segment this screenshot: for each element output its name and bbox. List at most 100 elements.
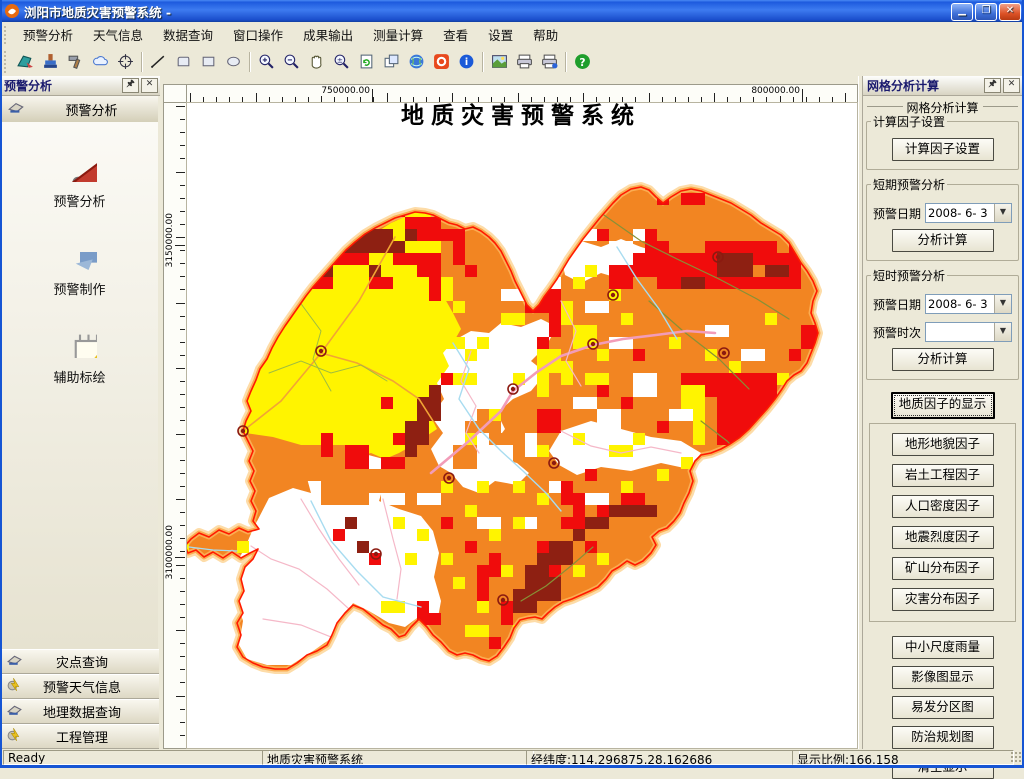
short-term-date-combobox[interactable]: 2008- 6- 3 ▼ [925, 203, 1012, 223]
close-icon[interactable]: ✕ [141, 78, 158, 93]
sidebar-item-0[interactable]: 预警分析 [1, 148, 158, 210]
menu-item-3[interactable]: 窗口操作 [223, 22, 293, 47]
factor-button-3[interactable]: 地震烈度因子 [891, 526, 994, 549]
factor-button-1[interactable]: 岩土工程因子 [891, 464, 994, 487]
app-icon [4, 3, 20, 19]
map-svg[interactable]: 地质灾害预警系统 [187, 103, 857, 748]
sidebar-item-1[interactable]: 预警制作 [1, 236, 158, 298]
zoom-out-icon[interactable] [279, 49, 304, 74]
bottom-bar-0[interactable]: 灾点查询 [0, 649, 159, 674]
layer-button-3[interactable]: 防治规划图 [891, 726, 994, 749]
ruler-tick [180, 328, 185, 330]
short-time-date-combobox[interactable]: 2008- 6- 3 ▼ [925, 294, 1012, 314]
factor-button-0[interactable]: 地形地貌因子 [891, 433, 994, 456]
factor-button-2[interactable]: 人口密度因子 [891, 495, 994, 518]
svg-text:±: ± [337, 56, 343, 65]
ruler-tick [714, 93, 715, 102]
menu-item-4[interactable]: 成果输出 [293, 22, 363, 47]
ruler-tick [176, 368, 185, 369]
warning-analysis-panel: 预警分析 🖈 ✕ 预警分析 预警分析 预警制作 辅助标绘 灾点查询 预警天气信息… [0, 76, 161, 749]
minimize-button[interactable]: ▁ [951, 3, 973, 21]
pan-hand-icon[interactable] [304, 49, 329, 74]
globe-icon[interactable] [404, 49, 429, 74]
chevron-down-icon[interactable]: ▼ [994, 323, 1011, 341]
group-title-rule: 网格分析计算 [867, 99, 1018, 116]
print-icon[interactable] [512, 49, 537, 74]
ellipse-tool-icon[interactable] [221, 49, 246, 74]
menu-item-6[interactable]: 查看 [433, 22, 478, 47]
geo-factor-display-button[interactable]: 地质因子的显示 [890, 392, 995, 419]
center-target-icon[interactable] [113, 49, 138, 74]
ruler-tick [180, 590, 185, 592]
layer-button-1[interactable]: 影像图显示 [891, 666, 994, 689]
bottom-bar-3[interactable]: 工程管理 [0, 724, 159, 749]
stop-record-icon[interactable] [429, 49, 454, 74]
layer-button-0[interactable]: 中小尺度雨量 [891, 636, 994, 659]
ruler-tick [180, 394, 185, 396]
map-export-icon[interactable] [13, 49, 38, 74]
chevron-down-icon[interactable]: ▼ [994, 295, 1011, 313]
maximize-button[interactable]: ❐ [975, 3, 997, 21]
menu-item-2[interactable]: 数据查询 [153, 22, 223, 47]
refresh-view-icon[interactable] [354, 49, 379, 74]
factor-button-5[interactable]: 灾害分布因子 [891, 588, 994, 611]
ruler-tick [180, 197, 185, 199]
window-title: 浏阳市地质灾害预警系统 - [24, 4, 172, 20]
map-viewport[interactable]: 地质灾害预警系统 [186, 102, 858, 749]
ruler-tick [386, 93, 388, 102]
close-icon[interactable]: ✕ [1003, 78, 1020, 93]
ruler-label: 3100000.00 [165, 525, 175, 580]
print-setup-icon[interactable] [537, 49, 562, 74]
sidebar-item-label: 预警分析 [53, 195, 106, 210]
bottom-bar-2[interactable]: 地理数据查询 [0, 699, 159, 724]
help-icon[interactable]: ? [570, 49, 595, 74]
pin-icon[interactable]: 🖈 [122, 78, 139, 93]
ruler-tick [176, 433, 185, 435]
bottom-bar-label: 工程管理 [55, 731, 108, 746]
map-image-icon[interactable] [487, 49, 512, 74]
menu-item-7[interactable]: 设置 [478, 22, 523, 47]
short-term-analyze-button[interactable]: 分析计算 [891, 229, 994, 252]
ruler-corner [163, 84, 187, 104]
menu-item-1[interactable]: 天气信息 [83, 22, 153, 47]
sidebar-item-2[interactable]: 辅助标绘 [1, 324, 158, 386]
sidebar-item-label: 辅助标绘 [53, 371, 106, 386]
factor-button-4[interactable]: 矿山分布因子 [891, 557, 994, 580]
bottom-bar-1[interactable]: 预警天气信息 [0, 674, 159, 699]
ruler-tick [180, 459, 185, 461]
zoom-extent-icon[interactable]: ± [329, 49, 354, 74]
polygon-tool-icon[interactable] [171, 49, 196, 74]
scanner-icon [7, 98, 25, 120]
chevron-down-icon[interactable]: ▼ [994, 204, 1011, 222]
ruler-tick [180, 577, 185, 579]
copy-layers-icon[interactable] [379, 49, 404, 74]
menu-item-0[interactable]: 预警分析 [13, 22, 83, 47]
ruler-tick [180, 250, 185, 252]
layer-button-2[interactable]: 易发分区图 [891, 696, 994, 719]
pin-icon[interactable]: 🖈 [984, 78, 1001, 93]
paint-stamp-icon[interactable] [38, 49, 63, 74]
line-tool-icon[interactable] [146, 49, 171, 74]
close-button[interactable]: ✕ [999, 3, 1021, 21]
bottom-bar-label: 灾点查询 [55, 656, 108, 671]
short-time-group: 短时预警分析 预警日期 2008- 6- 3 ▼ 预警时次 ▼ 分析计算 [866, 267, 1019, 380]
cloud-tool-icon[interactable] [88, 49, 113, 74]
short-time-times-combobox[interactable]: ▼ [925, 322, 1012, 342]
zoom-in-icon[interactable] [254, 49, 279, 74]
toolbar-grip [3, 49, 8, 74]
left-panel-section-header[interactable]: 预警分析 [1, 96, 158, 123]
hammer-tool-icon[interactable] [63, 49, 88, 74]
weather-icon [6, 676, 23, 697]
calc-factor-settings-button[interactable]: 计算因子设置 [891, 138, 994, 161]
query-icon [6, 651, 23, 672]
menubar-grip [3, 24, 8, 45]
ruler-tick [180, 656, 185, 658]
menu-item-8[interactable]: 帮助 [523, 22, 568, 47]
bottom-bar-label: 地理数据查询 [42, 706, 121, 721]
short-time-analyze-button[interactable]: 分析计算 [891, 348, 994, 371]
rectangle-tool-icon[interactable] [196, 49, 221, 74]
menu-item-5[interactable]: 测量计算 [363, 22, 433, 47]
vertical-ruler: 3150000.00 3100000.00 [163, 102, 187, 749]
section-title: 预警分析 [65, 103, 118, 119]
info-icon[interactable]: i [454, 49, 479, 74]
